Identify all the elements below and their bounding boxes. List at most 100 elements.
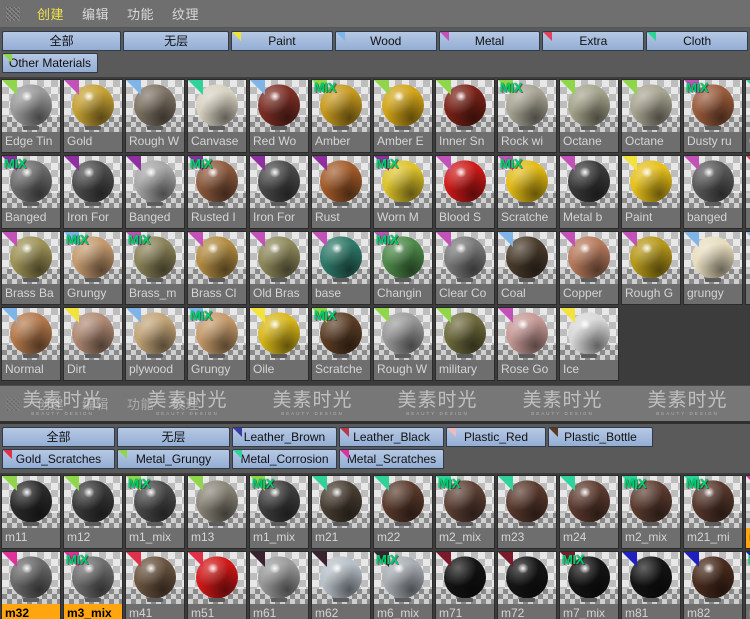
material-tile[interactable]: Metal b bbox=[559, 155, 619, 229]
material-tile[interactable]: Canvase bbox=[187, 79, 247, 153]
material-tile[interactable]: m82 bbox=[683, 551, 743, 619]
menu-item-1[interactable]: 编辑 bbox=[73, 2, 118, 25]
material-tile[interactable]: m41 bbox=[125, 551, 185, 619]
material-tile[interactable]: m24 bbox=[559, 475, 619, 549]
material-tile[interactable]: m22 bbox=[373, 475, 433, 549]
material-tile[interactable]: Iron For bbox=[63, 155, 123, 229]
material-tile[interactable]: Banged bbox=[125, 155, 185, 229]
material-tile[interactable]: MIX Amber bbox=[311, 79, 371, 153]
material-tile[interactable]: grungy bbox=[683, 231, 743, 305]
material-tile[interactable]: m32 bbox=[1, 551, 61, 619]
material-tile[interactable]: MIX Grungy bbox=[187, 307, 247, 381]
material-tile[interactable]: m81 bbox=[621, 551, 681, 619]
menu-item-0[interactable]: 创建 bbox=[28, 2, 73, 25]
menu-item-2[interactable]: 功能 bbox=[118, 2, 163, 25]
tab-metal-grungy[interactable]: Metal_Grungy bbox=[117, 449, 230, 469]
tab-metal-scratches[interactable]: Metal_Scratches bbox=[339, 449, 444, 469]
material-tile[interactable]: MIX Dusty ru bbox=[683, 79, 743, 153]
material-tile[interactable]: Clear Co bbox=[435, 231, 495, 305]
material-tile[interactable]: military bbox=[435, 307, 495, 381]
material-tile[interactable]: MIX Banged bbox=[1, 155, 61, 229]
material-tile[interactable]: MIX m2_mix bbox=[435, 475, 495, 549]
material-tile[interactable]: MIX m1_mix bbox=[249, 475, 309, 549]
tab-metal[interactable]: Metal bbox=[438, 31, 541, 51]
material-tile[interactable]: Oile bbox=[249, 307, 309, 381]
menu-item-3[interactable]: 纹理 bbox=[163, 392, 208, 415]
material-tile[interactable]: Rough G bbox=[621, 231, 681, 305]
tab-cloth[interactable]: Cloth bbox=[646, 31, 749, 51]
material-tile[interactable]: m21 bbox=[311, 475, 371, 549]
material-tile[interactable]: banged bbox=[683, 155, 743, 229]
material-tile[interactable]: m31 bbox=[745, 475, 750, 549]
material-tile[interactable]: m23 bbox=[497, 475, 557, 549]
material-tile[interactable]: MIX Scratche bbox=[497, 155, 557, 229]
material-tile[interactable]: Rose Go bbox=[497, 307, 557, 381]
tab-metal-corrosion[interactable]: Metal_Corrosion bbox=[232, 449, 337, 469]
tab--[interactable]: 全部 bbox=[2, 31, 122, 51]
tab--[interactable]: 无层 bbox=[117, 427, 230, 447]
drag-grip-icon-2[interactable] bbox=[6, 396, 20, 411]
material-tile[interactable]: Brass Cl bbox=[187, 231, 247, 305]
material-tile[interactable]: MIX Changin bbox=[373, 231, 433, 305]
tab--[interactable]: 无层 bbox=[123, 31, 230, 51]
material-tile[interactable]: m62 bbox=[311, 551, 371, 619]
tab-other-materials[interactable]: Other Materials bbox=[2, 53, 98, 73]
material-tile[interactable]: Brass Ba bbox=[1, 231, 61, 305]
material-tile[interactable]: Coal bbox=[497, 231, 557, 305]
material-tile[interactable]: m61 bbox=[249, 551, 309, 619]
material-tile[interactable]: m71 bbox=[435, 551, 495, 619]
tab--[interactable]: 全部 bbox=[2, 427, 115, 447]
tab-leather-black[interactable]: Leather_Black bbox=[339, 427, 444, 447]
tab-extra[interactable]: Extra bbox=[542, 31, 645, 51]
material-tile[interactable]: Dirt bbox=[745, 155, 750, 229]
drag-grip-icon[interactable] bbox=[6, 6, 20, 21]
material-tile[interactable]: Ice bbox=[559, 307, 619, 381]
material-tile[interactable]: Normal bbox=[745, 231, 750, 305]
material-tile[interactable]: MIX m6_mix bbox=[373, 551, 433, 619]
material-tile[interactable]: Rough W bbox=[373, 307, 433, 381]
menu-item-3[interactable]: 纹理 bbox=[163, 2, 208, 25]
material-tile[interactable]: Copper bbox=[559, 231, 619, 305]
material-tile[interactable]: MIX Brass_m bbox=[125, 231, 185, 305]
material-tile[interactable]: Gold bbox=[63, 79, 123, 153]
material-tile[interactable]: base bbox=[311, 231, 371, 305]
material-tile[interactable]: m13 bbox=[187, 475, 247, 549]
material-tile[interactable]: m12 bbox=[63, 475, 123, 549]
material-tile[interactable]: plywood bbox=[125, 307, 185, 381]
material-tile[interactable]: Normal bbox=[1, 307, 61, 381]
material-tile[interactable]: MIX m3_mix bbox=[63, 551, 123, 619]
material-tile[interactable]: m51 bbox=[187, 551, 247, 619]
material-tile[interactable]: Cloth bbox=[745, 79, 750, 153]
menu-item-2[interactable]: 功能 bbox=[118, 392, 163, 415]
tab-paint[interactable]: Paint bbox=[231, 31, 333, 51]
material-tile[interactable]: MIX m7_mix bbox=[559, 551, 619, 619]
menu-item-0[interactable]: 创建 bbox=[28, 392, 73, 415]
material-tile[interactable]: Amber E bbox=[373, 79, 433, 153]
material-tile[interactable]: Rough W bbox=[125, 79, 185, 153]
material-tile[interactable]: Edge Tin bbox=[1, 79, 61, 153]
material-tile[interactable]: Blood S bbox=[435, 155, 495, 229]
material-tile[interactable]: MIXm8_mix bbox=[745, 551, 750, 619]
material-tile[interactable]: MIX Rusted I bbox=[187, 155, 247, 229]
material-tile[interactable]: Old Bras bbox=[249, 231, 309, 305]
material-tile[interactable]: Red Wo bbox=[249, 79, 309, 153]
material-tile[interactable]: Iron For bbox=[249, 155, 309, 229]
material-tile[interactable]: Dirt bbox=[63, 307, 123, 381]
material-tile[interactable]: MIX m21_mi bbox=[683, 475, 743, 549]
tab-wood[interactable]: Wood bbox=[334, 31, 437, 51]
material-tile[interactable]: Octane bbox=[621, 79, 681, 153]
material-tile[interactable]: MIX Scratche bbox=[311, 307, 371, 381]
material-tile[interactable]: m11 bbox=[1, 475, 61, 549]
material-tile[interactable]: MIX Worn M bbox=[373, 155, 433, 229]
material-tile[interactable]: MIX m1_mix bbox=[125, 475, 185, 549]
tab-plastic-red[interactable]: Plastic_Red bbox=[446, 427, 546, 447]
tab-plastic-bottle[interactable]: Plastic_Bottle bbox=[548, 427, 653, 447]
material-tile[interactable]: Paint bbox=[621, 155, 681, 229]
material-tile[interactable]: MIX Rock wi bbox=[497, 79, 557, 153]
material-tile[interactable]: Rust bbox=[311, 155, 371, 229]
material-tile[interactable]: Octane bbox=[559, 79, 619, 153]
tab-leather-brown[interactable]: Leather_Brown bbox=[232, 427, 337, 447]
material-tile[interactable]: MIX m2_mix bbox=[621, 475, 681, 549]
tab-gold-scratches[interactable]: Gold_Scratches bbox=[2, 449, 115, 469]
material-tile[interactable]: m72 bbox=[497, 551, 557, 619]
